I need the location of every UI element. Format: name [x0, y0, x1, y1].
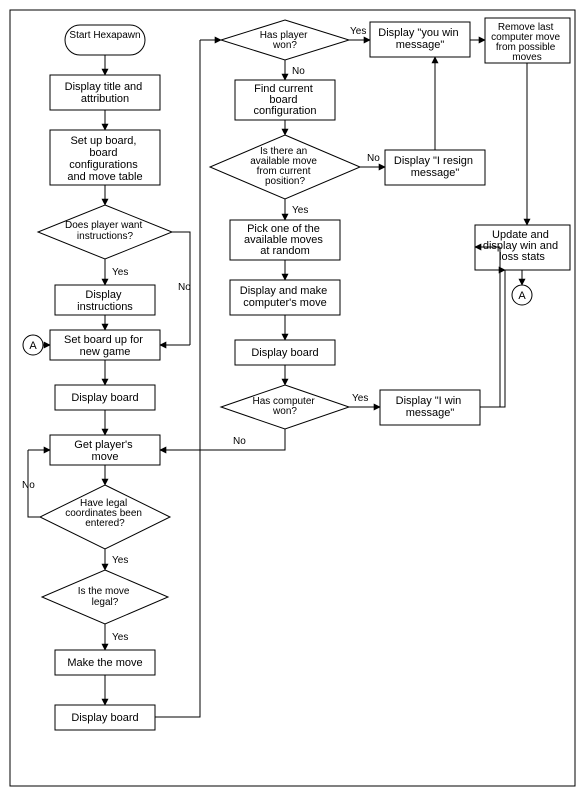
start-text: Start Hexapawn: [69, 30, 140, 41]
label-no-2: No: [22, 480, 35, 491]
label-yes-3: Yes: [112, 632, 128, 643]
connector-a-right-text: A: [518, 290, 526, 302]
label-yes-4: Yes: [350, 26, 366, 37]
label-no-3: No: [292, 66, 305, 77]
i-win-text: Display "I win message": [396, 395, 465, 419]
setup-board-text: Set up board, board configurations and m…: [67, 135, 142, 183]
display-board1-text: Display board: [71, 392, 138, 404]
label-yes-5: Yes: [292, 205, 308, 216]
label-no-5: No: [233, 436, 246, 447]
label-yes-2: Yes: [112, 555, 128, 566]
connector-a-left-text: A: [29, 340, 37, 352]
display-make-cpu-text: Display and make computer's move: [240, 285, 331, 309]
label-no-4: No: [367, 153, 380, 164]
label-yes-1: Yes: [112, 267, 128, 278]
flowchart: Start Hexapawn Display title and attribu…: [0, 0, 585, 796]
display-board3-text: Display board: [71, 712, 138, 724]
display-board2-text: Display board: [251, 347, 318, 359]
label-no-1: No: [178, 282, 191, 293]
make-move-text: Make the move: [67, 657, 142, 669]
want-instr-text: Does player want instructions?: [65, 220, 145, 242]
label-yes-6: Yes: [352, 393, 368, 404]
